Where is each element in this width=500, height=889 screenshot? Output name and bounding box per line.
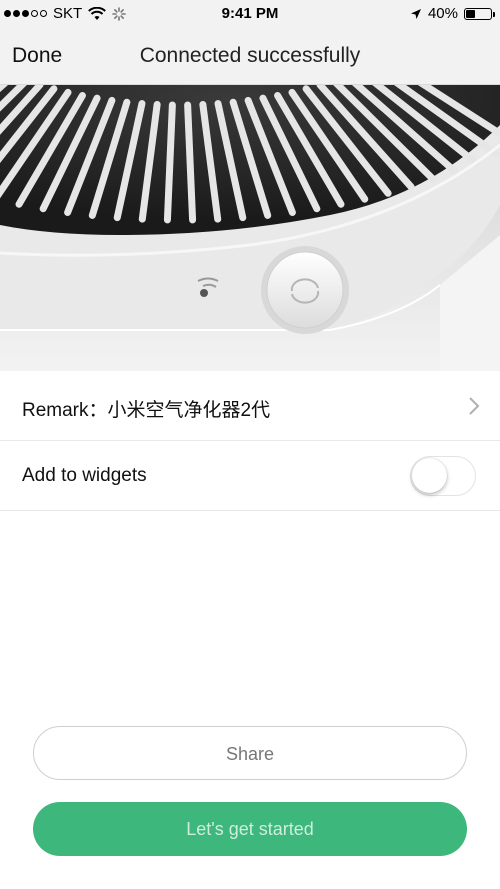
add-to-widgets-row: Add to widgets xyxy=(0,441,500,511)
toggle-knob xyxy=(412,458,447,493)
chevron-right-icon xyxy=(469,397,480,415)
get-started-button[interactable]: Let's get started xyxy=(33,802,467,856)
battery-icon xyxy=(464,7,495,20)
vent-slat xyxy=(184,101,197,224)
device-power-button-icon xyxy=(261,246,349,334)
device-hero-image xyxy=(0,85,500,371)
status-bar: SKT 9:41 PM 40% xyxy=(0,0,500,28)
remark-label: Remark：小米空气净化器2代 xyxy=(22,400,271,421)
page-title: Connected successfully xyxy=(139,44,361,67)
share-button[interactable]: Share xyxy=(33,726,467,780)
add-to-widgets-label: Add to widgets xyxy=(22,465,147,486)
status-right: 40% xyxy=(410,5,495,22)
navigation-bar: Done Connected successfully xyxy=(0,28,500,85)
add-to-widgets-toggle[interactable] xyxy=(410,456,476,496)
vent-slat xyxy=(163,101,176,224)
location-arrow-icon xyxy=(410,8,421,19)
battery-percent: 40% xyxy=(427,5,458,22)
remark-row[interactable]: Remark：小米空气净化器2代 xyxy=(0,371,500,441)
battery-level xyxy=(466,9,475,18)
